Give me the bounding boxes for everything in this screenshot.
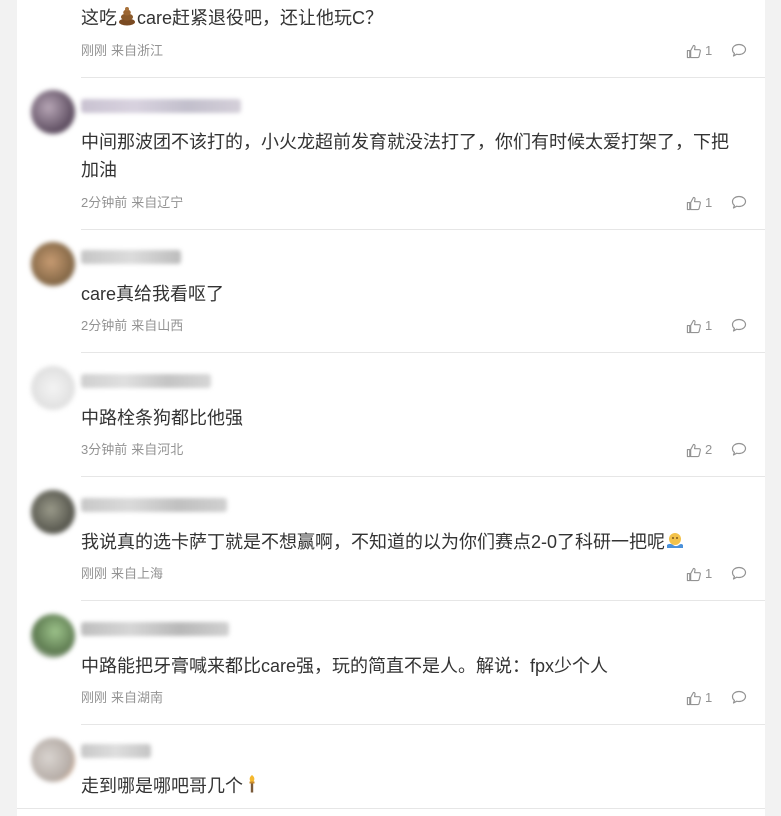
like-button[interactable]: 1 [686,690,712,706]
comment-location: 来自辽宁 [131,195,184,210]
thumbs-up-icon [686,44,701,58]
comment-text: 我说真的选卡萨丁就是不想赢啊，不知道的以为你们赛点2-0了科研一把呢 [81,528,741,556]
avatar[interactable] [31,614,75,658]
reply-button[interactable] [731,442,747,462]
comment-bubble-icon [731,318,747,332]
like-button[interactable]: 2 [686,442,712,458]
like-count: 1 [705,690,713,705]
comment-text: care真给我看呕了 [81,284,225,304]
divider [81,352,765,353]
reply-button[interactable] [731,318,747,338]
comment-time: 刚刚 [81,566,108,581]
like-button[interactable]: 1 [686,318,712,334]
comment-meta: 刚刚 来自上海 [81,566,163,582]
divider [81,476,765,477]
comment-bubble-icon [731,195,747,209]
swimming-emoji-icon [667,533,684,548]
username-blurred[interactable] [81,99,241,113]
comment-location: 来自上海 [111,566,164,581]
comment-time: 2分钟前 [81,195,128,210]
like-count: 2 [705,442,713,457]
avatar[interactable] [31,242,75,286]
comment-text: 中间那波团不该打的，小火龙超前发育就没法打了，你们有时候太爱打架了，下把加油 [81,132,729,180]
comment-bubble-icon [731,43,747,57]
reply-button[interactable] [731,690,747,710]
comment-text: 走到哪是哪吧哥几个 [81,772,741,800]
like-count: 1 [705,195,713,210]
comment-list: 这吃 care赶紧退役吧，还让他玩C？ 刚刚 来自浙江 1 中间那波团不该打的，小火… [17,0,765,816]
username-blurred[interactable] [81,374,211,388]
comment-time: 刚刚 [81,43,108,58]
thumbs-up-icon [686,691,701,705]
comment-meta: 刚刚 来自湖南 [81,690,163,706]
reply-button[interactable] [731,43,747,63]
divider [81,229,765,230]
comment-location: 来自浙江 [111,43,164,58]
comment-location: 来自山西 [131,318,184,333]
like-button[interactable]: 1 [686,43,712,59]
comment-meta: 2分钟前 来自辽宁 [81,195,183,211]
like-count: 1 [705,43,713,58]
comment-bubble-icon [731,442,747,456]
divider [17,808,765,809]
avatar[interactable] [31,738,75,782]
comment-time: 刚刚 [81,690,108,705]
comment-location: 来自湖南 [111,690,164,705]
comment-text: 中路栓条狗都比他强 [81,408,243,428]
thumbs-up-icon [686,567,701,581]
comment-time: 2分钟前 [81,318,128,333]
avatar[interactable] [31,490,75,534]
comment-meta: 刚刚 来自浙江 [81,43,163,59]
like-button[interactable]: 1 [686,566,712,582]
thumbs-up-icon [686,443,701,457]
comment-text: 这吃 care赶紧退役吧，还让他玩C？ [81,7,384,28]
avatar[interactable] [31,90,75,134]
comment-bubble-icon [731,690,747,704]
comment-location: 来自河北 [131,442,184,457]
like-count: 1 [705,318,713,333]
username-blurred[interactable] [81,250,181,264]
comment-meta: 2分钟前 来自山西 [81,318,183,334]
username-blurred[interactable] [81,622,229,636]
divider [81,600,765,601]
comment-time: 3分钟前 [81,442,128,457]
divider [81,724,765,725]
like-button[interactable]: 1 [686,195,712,211]
username-blurred[interactable] [81,498,227,512]
like-count: 1 [705,566,713,581]
reply-button[interactable] [731,566,747,586]
comment-bubble-icon [731,566,747,580]
comment-text: 中路能把牙膏喊来都比care强，玩的简直不是人。解说：fpx少个人 [81,656,609,676]
thumbs-up-icon [686,196,701,210]
comment-meta: 3分钟前 来自河北 [81,442,183,458]
avatar[interactable] [31,366,75,410]
username-blurred[interactable] [81,744,151,758]
divider [81,77,765,78]
thumbs-up-icon [686,319,701,333]
torch-emoji-icon [249,775,255,793]
reply-button[interactable] [731,195,747,215]
poop-emoji-icon [119,7,135,26]
